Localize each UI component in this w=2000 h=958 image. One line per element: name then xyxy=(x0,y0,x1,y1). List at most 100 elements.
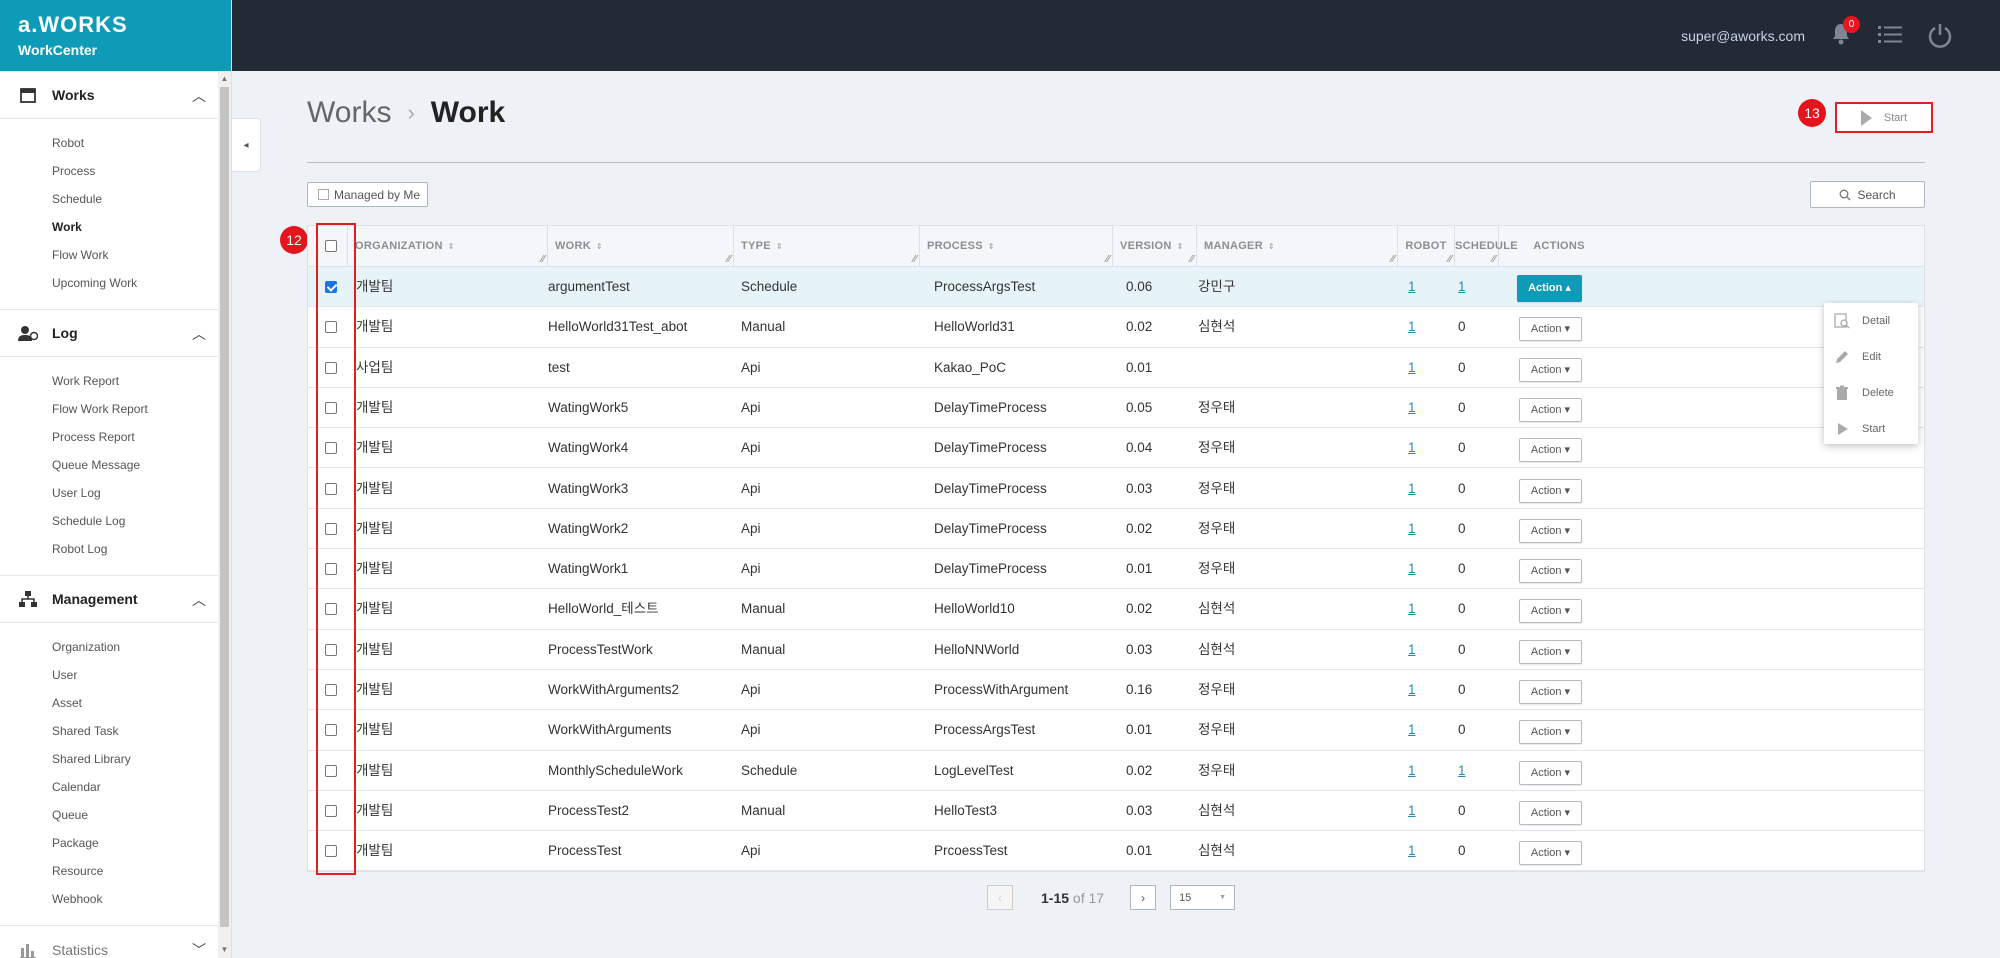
sidebar-item-organization[interactable]: Organization xyxy=(0,633,218,661)
managed-by-me-checkbox[interactable]: Managed by Me xyxy=(307,182,428,207)
robot-count-link[interactable]: 1 xyxy=(1408,469,1416,509)
next-page-button[interactable]: › xyxy=(1130,885,1157,910)
sidebar-item-user[interactable]: User xyxy=(0,661,218,689)
action-button[interactable]: Action ▾ xyxy=(1519,317,1582,342)
resize-handle-icon[interactable]: ⁄⁄ xyxy=(1106,255,1110,265)
resize-handle-icon[interactable]: ⁄⁄ xyxy=(1448,255,1452,265)
resize-handle-icon[interactable]: ⁄⁄ xyxy=(1190,255,1194,265)
column-header-robot[interactable]: ROBOT ⁄⁄ xyxy=(1398,226,1455,267)
sort-icon[interactable]: ⇕ xyxy=(448,242,455,251)
sidebar-item-queue-message[interactable]: Queue Message xyxy=(0,451,218,479)
sidebar-item-schedule-log[interactable]: Schedule Log xyxy=(0,507,218,535)
menu-item-edit[interactable]: Edit xyxy=(1824,339,1918,375)
sidebar-item-calendar[interactable]: Calendar xyxy=(0,773,218,801)
resize-handle-icon[interactable]: ⁄⁄ xyxy=(727,255,731,265)
sidebar-scrollbar[interactable]: ▲ ▼ xyxy=(218,71,231,958)
resize-handle-icon[interactable]: ⁄⁄ xyxy=(1391,255,1395,265)
action-button[interactable]: Action ▾ xyxy=(1519,639,1582,664)
menu-item-start[interactable]: Start xyxy=(1824,411,1918,447)
sidebar-section-management[interactable]: Management ︿ xyxy=(0,575,218,623)
sidebar-item-asset[interactable]: Asset xyxy=(0,689,218,717)
action-button[interactable]: Action ▾ xyxy=(1519,599,1582,624)
action-button[interactable]: Action ▾ xyxy=(1519,438,1582,463)
list-icon[interactable] xyxy=(1878,24,1902,46)
sidebar-item-process[interactable]: Process xyxy=(0,157,218,185)
action-button[interactable]: Action ▾ xyxy=(1519,800,1582,825)
prev-page-button[interactable]: ‹ xyxy=(987,885,1013,910)
table-row[interactable]: 개발팀 ProcessTestWork Manual HelloNNWorld 0.03… xyxy=(308,630,1924,670)
action-button[interactable]: Action ▴ xyxy=(1517,275,1582,302)
scroll-up-icon[interactable]: ▲ xyxy=(220,74,229,84)
sidebar-item-upcoming-work[interactable]: Upcoming Work xyxy=(0,269,218,297)
user-email[interactable]: super@aworks.com xyxy=(1681,28,1805,44)
column-header-type[interactable]: TYPE ⇕ ⁄⁄ xyxy=(734,226,920,267)
sidebar-item-flow-work-report[interactable]: Flow Work Report xyxy=(0,395,218,423)
table-row[interactable]: 개발팀 WatingWork5 Api DelayTimeProcess 0.05 정우태… xyxy=(308,388,1924,429)
sidebar-item-schedule[interactable]: Schedule xyxy=(0,185,218,213)
robot-count-link[interactable]: 1 xyxy=(1408,307,1416,347)
column-header-manager[interactable]: MANAGER ⇕ ⁄⁄ xyxy=(1197,226,1398,267)
schedule-count-link[interactable]: 1 xyxy=(1458,751,1466,791)
action-button[interactable]: Action ▾ xyxy=(1519,720,1582,745)
table-row[interactable]: 개발팀 ProcessTest2 Manual HelloTest3 0.03 심현석 1 0… xyxy=(308,791,1924,832)
robot-count-link[interactable]: 1 xyxy=(1408,267,1416,307)
sort-icon[interactable]: ⇕ xyxy=(1268,242,1275,251)
page-size-select[interactable]: 15 ▼ xyxy=(1170,885,1236,910)
sidebar-item-shared-task[interactable]: Shared Task xyxy=(0,717,218,745)
column-header-version[interactable]: VERSION ⇕ ⁄⁄ xyxy=(1113,226,1197,267)
sort-icon[interactable]: ⇕ xyxy=(776,242,783,251)
action-button[interactable]: Action ▾ xyxy=(1519,518,1582,543)
sidebar-item-process-report[interactable]: Process Report xyxy=(0,423,218,451)
sidebar-item-queue[interactable]: Queue xyxy=(0,801,218,829)
sidebar-item-work[interactable]: Work xyxy=(0,213,218,241)
robot-count-link[interactable]: 1 xyxy=(1408,710,1416,750)
robot-count-link[interactable]: 1 xyxy=(1408,831,1416,871)
robot-count-link[interactable]: 1 xyxy=(1408,509,1416,549)
action-button[interactable]: Action ▾ xyxy=(1519,760,1582,785)
power-icon[interactable] xyxy=(1927,22,1953,48)
sidebar-item-webhook[interactable]: Webhook xyxy=(0,885,218,913)
resize-handle-icon[interactable]: ⁄⁄ xyxy=(1492,255,1496,265)
action-button[interactable]: Action ▾ xyxy=(1519,478,1582,503)
table-row[interactable]: 개발팀 HelloWorld31Test_abot Manual HelloWorld… xyxy=(308,307,1924,348)
column-header-process[interactable]: PROCESS ⇕ ⁄⁄ xyxy=(920,226,1113,267)
search-button[interactable]: Search xyxy=(1810,181,1925,208)
action-button[interactable]: Action ▾ xyxy=(1519,559,1582,584)
column-header-work[interactable]: WORK ⇕ ⁄⁄ xyxy=(548,226,734,267)
table-row[interactable]: 개발팀 WorkWithArguments2 Api ProcessWithArgum… xyxy=(308,670,1924,711)
table-row[interactable]: 개발팀 argumentTest Schedule ProcessArgsTest 0.… xyxy=(308,267,1924,308)
column-header-schedule[interactable]: SCHEDULE ⁄⁄ xyxy=(1455,226,1518,267)
breadcrumb[interactable]: Works xyxy=(307,96,391,130)
sidebar-item-flow-work[interactable]: Flow Work xyxy=(0,241,218,269)
sidebar-section-statistics[interactable]: Statistics ﹀ xyxy=(0,925,218,958)
table-row[interactable]: 개발팀 WatingWork3 Api DelayTimeProcess 0.03 정우태… xyxy=(308,469,1924,509)
sort-icon[interactable]: ⇕ xyxy=(596,242,603,251)
column-header-organization[interactable]: ORGANIZATION ⇕ ⁄⁄ xyxy=(348,226,548,267)
menu-item-detail[interactable]: Detail xyxy=(1824,303,1918,339)
sort-icon[interactable]: ⇕ xyxy=(1177,242,1184,251)
start-button[interactable]: Start xyxy=(1835,102,1933,133)
table-row[interactable]: 개발팀 WatingWork2 Api DelayTimeProcess 0.02 정우태… xyxy=(308,509,1924,550)
table-row[interactable]: 개발팀 WorkWithArguments Api ProcessArgsTest 0.… xyxy=(308,710,1924,751)
robot-count-link[interactable]: 1 xyxy=(1408,630,1416,670)
bell-icon[interactable]: 0 xyxy=(1830,16,1860,46)
action-button[interactable]: Action ▾ xyxy=(1519,841,1582,866)
resize-handle-icon[interactable]: ⁄⁄ xyxy=(913,255,917,265)
sidebar-section-works[interactable]: Works ︿ xyxy=(0,71,218,119)
table-row[interactable]: 사업팀 test Api Kakao_PoC 0.01 1 0 Action ▾ xyxy=(308,348,1924,388)
menu-item-delete[interactable]: Delete xyxy=(1824,375,1918,411)
table-row[interactable]: 개발팀 HelloWorld_테스트 Manual HelloWorld10 0.02 심… xyxy=(308,589,1924,630)
schedule-count-link[interactable]: 1 xyxy=(1458,267,1466,307)
robot-count-link[interactable]: 1 xyxy=(1408,348,1416,388)
collapse-sidebar-button[interactable]: ◂ xyxy=(232,118,261,172)
action-button[interactable]: Action ▾ xyxy=(1519,680,1582,704)
action-button[interactable]: Action ▾ xyxy=(1519,357,1582,382)
sidebar-section-log[interactable]: Log ︿ xyxy=(0,309,218,357)
table-row[interactable]: 개발팀 WatingWork1 Api DelayTimeProcess 0.01 정우태… xyxy=(308,549,1924,590)
robot-count-link[interactable]: 1 xyxy=(1408,428,1416,468)
sidebar-item-work-report[interactable]: Work Report xyxy=(0,367,218,395)
action-button[interactable]: Action ▾ xyxy=(1519,397,1582,422)
sidebar-item-robot[interactable]: Robot xyxy=(0,129,218,157)
table-row[interactable]: 개발팀 ProcessTest Api PrcoessTest 0.01 심현석 1 0 Act… xyxy=(308,831,1924,872)
table-row[interactable]: 개발팀 MonthlyScheduleWork Schedule LogLevelTe… xyxy=(308,751,1924,791)
